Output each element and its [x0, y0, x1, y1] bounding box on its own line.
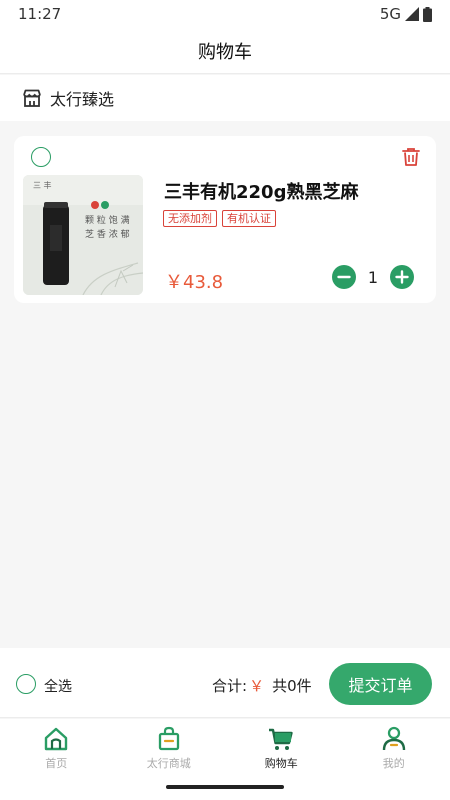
product-tag: 有机认证 — [222, 210, 276, 227]
tab-profile[interactable]: 我的 — [338, 719, 450, 779]
product-tag: 无添加剂 — [163, 210, 217, 227]
product-brand-text: 三 丰 — [33, 180, 52, 190]
title-bar: 购物车 — [0, 28, 450, 74]
network-label: 5G — [379, 5, 401, 23]
tab-mall[interactable]: 太行商城 — [113, 719, 226, 779]
cart-item-card: 三 丰 颗 粒 饱 满 芝 香 浓 郁 三丰有机220g熟黑芝麻 无添加剂 有机… — [14, 136, 436, 303]
product-photo: 三 丰 颗 粒 饱 满 芝 香 浓 郁 — [23, 175, 143, 295]
total-currency: ￥ — [249, 677, 265, 695]
trash-icon[interactable] — [400, 146, 422, 168]
signal-icon — [405, 7, 419, 21]
cart-icon — [269, 728, 293, 750]
product-name[interactable]: 三丰有机220g熟黑芝麻 — [164, 178, 358, 204]
tab-label: 太行商城 — [146, 757, 191, 770]
page-title: 购物车 — [198, 41, 252, 63]
quantity-value: 1 — [367, 267, 378, 287]
store-header[interactable]: 太行臻选 — [0, 75, 450, 121]
quantity-stepper: 1 — [331, 265, 414, 289]
tab-label: 首页 — [45, 757, 68, 770]
system-nav-area — [0, 779, 450, 800]
minus-icon — [337, 275, 351, 279]
home-icon — [45, 727, 68, 751]
tab-cart[interactable]: 购物车 — [225, 719, 338, 779]
item-select-checkbox[interactable] — [31, 147, 51, 167]
tab-label: 我的 — [382, 757, 405, 770]
product-slogan-2: 芝 香 浓 郁 — [85, 228, 130, 240]
status-indicators: 5G — [380, 5, 432, 23]
select-all-checkbox[interactable] — [16, 674, 36, 694]
home-indicator[interactable] — [166, 785, 284, 789]
tab-home[interactable]: 首页 — [0, 719, 113, 779]
decrease-quantity-button[interactable] — [331, 265, 356, 289]
tab-label: 购物车 — [264, 757, 298, 770]
total-summary: 合计: ￥ 共0件 — [212, 675, 312, 696]
total-label: 合计: — [212, 677, 248, 695]
status-bar: 11:27 5G — [0, 0, 450, 28]
bottom-tab-bar: 首页 太行商城 购物车 我的 — [0, 719, 450, 779]
checkout-bar: 全选 合计: ￥ 共0件 提交订单 — [0, 648, 450, 718]
battery-icon — [423, 6, 432, 22]
submit-order-button[interactable]: 提交订单 — [329, 663, 432, 705]
item-count: 共0件 — [272, 677, 312, 695]
store-icon — [23, 89, 41, 107]
status-time: 11:27 — [18, 5, 62, 23]
store-name: 太行臻选 — [50, 90, 115, 109]
shopping-bag-icon — [158, 726, 179, 751]
product-tags: 无添加剂 有机认证 — [163, 210, 276, 227]
product-image[interactable]: 三 丰 颗 粒 饱 满 芝 香 浓 郁 — [23, 175, 143, 295]
plus-icon — [395, 270, 409, 284]
increase-quantity-button[interactable] — [390, 265, 414, 289]
product-price: ￥43.8 — [165, 272, 224, 293]
user-icon — [382, 726, 405, 751]
select-all-label[interactable]: 全选 — [44, 676, 72, 696]
product-slogan-1: 颗 粒 饱 满 — [85, 214, 130, 226]
